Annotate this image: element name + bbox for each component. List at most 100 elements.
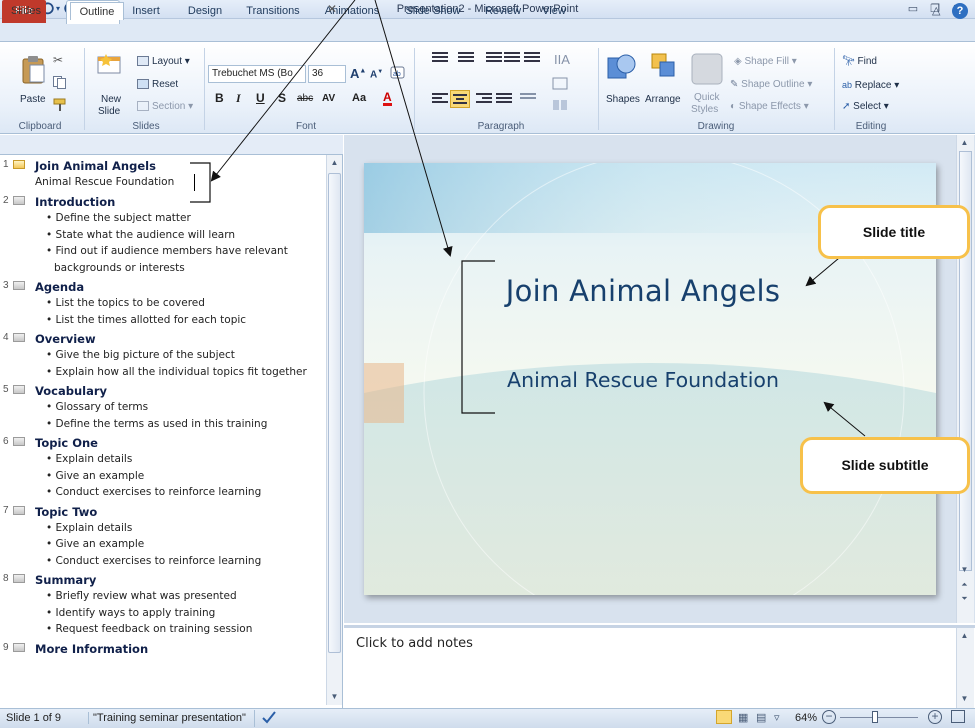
outline-slide[interactable]: 2 Introduction • Define the subject matt… bbox=[0, 194, 325, 276]
outline-slide-title[interactable]: Summary bbox=[35, 572, 325, 588]
underline-button[interactable]: U bbox=[256, 91, 265, 105]
outline-bullet[interactable]: • Request feedback on training session bbox=[46, 621, 325, 638]
close-panel-icon[interactable]: ✕ bbox=[327, 2, 337, 16]
align-left-icon[interactable] bbox=[432, 93, 448, 105]
outline-bullet[interactable]: • Find out if audience members have rele… bbox=[46, 243, 316, 276]
shape-outline-button[interactable]: ✎ Shape Outline ▾ bbox=[730, 79, 812, 91]
previous-slide-icon[interactable]: ⏶ bbox=[957, 578, 972, 592]
replace-button[interactable]: ab Replace ▾ bbox=[842, 79, 899, 92]
outline-bullet[interactable]: • State what the audience will learn bbox=[46, 227, 325, 244]
outline-bullet[interactable]: • Explain details bbox=[46, 520, 325, 537]
cut-icon[interactable]: ✂ bbox=[53, 53, 63, 67]
tab-insert[interactable]: Insert bbox=[124, 0, 168, 23]
grow-font-icon[interactable]: A▲ bbox=[350, 66, 366, 81]
shape-fill-button[interactable]: ◈ Shape Fill ▾ bbox=[734, 56, 797, 68]
increase-indent-icon[interactable] bbox=[504, 52, 520, 64]
scroll-up-icon[interactable]: ▲ bbox=[327, 156, 342, 170]
outline-bullet[interactable]: • Identify ways to apply training bbox=[46, 605, 325, 622]
outline-bullet[interactable]: • Give the big picture of the subject bbox=[46, 347, 325, 364]
outline-bullet[interactable]: • Give an example bbox=[46, 468, 325, 485]
outline-slide[interactable]: 1 Join Animal Angels Animal Rescue Found… bbox=[0, 158, 325, 191]
theme-name[interactable]: "Training seminar presentation" bbox=[88, 712, 246, 724]
convert-smartart-icon[interactable] bbox=[552, 98, 570, 112]
notes-scrollbar[interactable]: ▲ ▼ bbox=[956, 628, 974, 708]
format-painter-icon[interactable] bbox=[53, 98, 67, 115]
reset-button[interactable]: Reset bbox=[137, 79, 178, 91]
section-button[interactable]: Section ▾ bbox=[137, 101, 193, 113]
reading-view-icon[interactable]: ▤ bbox=[756, 711, 766, 724]
new-slide-label-2[interactable]: Slide bbox=[98, 106, 120, 118]
minimize-icon[interactable]: ▭ bbox=[902, 1, 924, 17]
outline-slide-title[interactable]: Topic Two bbox=[35, 504, 325, 520]
slide-subtitle-placeholder[interactable]: Animal Rescue Foundation bbox=[398, 368, 888, 392]
line-spacing-icon[interactable] bbox=[524, 52, 540, 64]
arrange-icon[interactable] bbox=[650, 52, 678, 85]
outline-slide-subtitle[interactable]: Animal Rescue Foundation bbox=[35, 174, 195, 191]
zoom-level[interactable]: 64% bbox=[795, 712, 817, 724]
select-button[interactable]: ➚ Select ▾ bbox=[842, 101, 889, 113]
outline-bullet[interactable]: • List the times allotted for each topic bbox=[46, 312, 325, 329]
outline-bullet[interactable]: • Conduct exercises to reinforce learnin… bbox=[46, 484, 325, 501]
shadow-button[interactable]: S bbox=[278, 91, 286, 105]
outline-slide-title[interactable]: Overview bbox=[35, 331, 325, 347]
font-name-combo[interactable]: Trebuchet MS (Bo bbox=[208, 65, 306, 83]
slide-sorter-icon[interactable]: ▦ bbox=[738, 711, 748, 724]
outline-bullet[interactable]: • Give an example bbox=[46, 536, 325, 553]
outline-bullet[interactable]: • Explain how all the individual topics … bbox=[46, 364, 325, 381]
outline-bullet[interactable]: • Define the terms as used in this train… bbox=[46, 416, 325, 433]
outline-slide[interactable]: 4 Overview • Give the big picture of the… bbox=[0, 331, 325, 380]
next-slide-icon[interactable]: ⏷ bbox=[957, 592, 972, 606]
slide-show-icon[interactable]: ▿ bbox=[774, 711, 780, 724]
shape-effects-button[interactable]: ◐ Shape Effects ▾ bbox=[730, 101, 809, 113]
outline-slide-title[interactable]: Vocabulary bbox=[35, 383, 325, 399]
change-case-button[interactable]: Aa bbox=[352, 92, 366, 104]
decrease-indent-icon[interactable] bbox=[486, 52, 502, 64]
outline-slide-title[interactable]: Introduction bbox=[35, 194, 325, 210]
align-text-icon[interactable] bbox=[552, 77, 570, 91]
justify-icon[interactable] bbox=[496, 93, 512, 105]
outline-bullet[interactable]: • Glossary of terms bbox=[46, 399, 325, 416]
new-slide-icon[interactable] bbox=[96, 53, 122, 86]
outline-bullet[interactable]: • Briefly review what was presented bbox=[46, 588, 325, 605]
outline-bullet[interactable]: • Define the subject matter bbox=[46, 210, 325, 227]
scroll-up-icon[interactable]: ▲ bbox=[957, 136, 972, 150]
quick-styles-label-1[interactable]: Quick bbox=[694, 92, 720, 104]
outline-bullet[interactable]: • Explain details bbox=[46, 451, 325, 468]
bold-button[interactable]: B bbox=[215, 91, 224, 105]
bullets-icon[interactable] bbox=[432, 52, 448, 64]
tab-transitions[interactable]: Transitions bbox=[236, 0, 310, 23]
normal-view-icon[interactable] bbox=[716, 710, 732, 724]
shrink-font-icon[interactable]: A▼ bbox=[370, 69, 383, 80]
outline-slide[interactable]: 3 Agenda • List the topics to be covered… bbox=[0, 279, 325, 328]
outline-slide-title[interactable]: More Information bbox=[35, 641, 325, 657]
outline-slide-title[interactable]: Join Animal Angels bbox=[35, 158, 325, 174]
outline-slide[interactable]: 8 Summary • Briefly review what was pres… bbox=[0, 572, 325, 638]
clear-formatting-icon[interactable]: ab bbox=[390, 65, 406, 84]
columns-icon[interactable] bbox=[520, 93, 536, 105]
text-direction-icon[interactable]: IIA bbox=[552, 50, 570, 68]
slide-title-placeholder[interactable]: Join Animal Angels bbox=[398, 274, 888, 308]
quick-styles-icon[interactable] bbox=[690, 52, 724, 89]
quick-styles-label-2[interactable]: Styles bbox=[691, 104, 718, 116]
outline-bullet[interactable]: • List the topics to be covered bbox=[46, 295, 325, 312]
fit-to-window-icon[interactable] bbox=[951, 710, 965, 723]
arrange-button[interactable]: Arrange bbox=[645, 94, 681, 106]
outline-content[interactable]: 1 Join Animal Angels Animal Rescue Found… bbox=[0, 158, 325, 705]
character-spacing-button[interactable]: AV bbox=[322, 93, 335, 104]
outline-slide[interactable]: 7 Topic Two • Explain details • Give an … bbox=[0, 504, 325, 570]
scroll-down-icon[interactable]: ▼ bbox=[957, 692, 972, 706]
scroll-down-icon[interactable]: ▼ bbox=[957, 563, 972, 577]
minimize-ribbon-icon[interactable]: △ bbox=[932, 4, 940, 17]
outline-slide-title[interactable]: Agenda bbox=[35, 279, 325, 295]
font-color-button[interactable]: A bbox=[383, 91, 392, 106]
paste-button[interactable]: Paste bbox=[20, 94, 46, 106]
shapes-button[interactable]: Shapes bbox=[606, 94, 640, 106]
zoom-slider-thumb[interactable] bbox=[872, 711, 878, 723]
outline-scrollbar[interactable]: ▲ ▼ bbox=[326, 155, 342, 705]
strikethrough-button[interactable]: abc bbox=[297, 93, 313, 104]
scroll-down-icon[interactable]: ▼ bbox=[327, 690, 342, 704]
zoom-out-icon[interactable]: − bbox=[822, 710, 836, 724]
spell-check-icon[interactable] bbox=[254, 710, 277, 727]
numbering-icon[interactable] bbox=[458, 52, 474, 64]
tab-slide-show[interactable]: Slide Show bbox=[398, 0, 468, 23]
